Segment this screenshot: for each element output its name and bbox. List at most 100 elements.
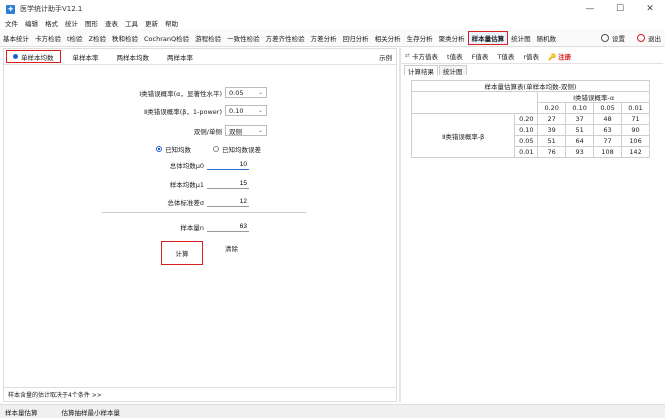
- f-table-button[interactable]: F值表: [472, 51, 489, 61]
- table-title: 样本量估算表(单样本均数-双侧): [411, 80, 650, 92]
- tool-survival[interactable]: 生存分析: [404, 31, 436, 45]
- alpha-label: Ⅰ类错误概率(α，显著性水平): [139, 89, 222, 98]
- window-title: 医学统计助手V12.1: [20, 5, 83, 13]
- tool-basic-stats[interactable]: 基本统计: [0, 31, 32, 45]
- tab-two-means[interactable]: 两样本均数: [111, 50, 156, 63]
- analysis-toolbar: 基本统计 卡方检验 t检验 Z检验 秩和检验 CochranQ检验 游程检验 一…: [0, 29, 665, 47]
- tool-anova[interactable]: 方差分析: [308, 31, 340, 45]
- sample-type-tabs: 单样本均数 单样本率 两样本均数 两样本率 示例: [4, 49, 396, 65]
- status-description: 估算抽样最小样本量: [61, 408, 121, 417]
- tab-single-rate[interactable]: 单样本率: [67, 50, 105, 63]
- tool-homogeneity[interactable]: 方差齐性检验: [263, 31, 308, 45]
- n-output: [207, 221, 249, 232]
- sided-row: 双侧/单侧 双侧 ⌄: [94, 125, 267, 136]
- menu-stats[interactable]: 统计: [65, 18, 78, 28]
- sigma-label: 总体标准差σ: [167, 198, 204, 207]
- tab-chart[interactable]: 统计图: [439, 65, 467, 76]
- alpha-col: 0.20: [537, 102, 567, 114]
- alpha-col: 0.10: [565, 102, 595, 114]
- beta-row: Ⅱ类错误概率(β，1-power) 0.10 ⌄: [94, 105, 267, 116]
- mu0-row: 总体均数μ0: [114, 159, 249, 170]
- settings-button[interactable]: 设置: [601, 33, 625, 43]
- tab-results[interactable]: 计算结果: [404, 65, 438, 76]
- close-button[interactable]: ✕: [635, 0, 665, 18]
- calculate-button[interactable]: 计算: [161, 241, 203, 265]
- chevron-down-icon: ⌄: [257, 89, 263, 96]
- radio-known-error[interactable]: 已知均数误差: [213, 144, 261, 154]
- alpha-select[interactable]: 0.05 ⌄: [225, 87, 267, 98]
- alpha-col: 0.01: [621, 102, 650, 114]
- power-icon: [637, 34, 645, 42]
- mu1-row: 样本均数μ1: [114, 178, 249, 189]
- chevron-down-icon: ⌄: [257, 127, 263, 134]
- mu0-label: 总体均数μ0: [169, 161, 204, 170]
- r-table-button[interactable]: r值表: [523, 51, 539, 61]
- T-table-button[interactable]: T值表: [497, 51, 514, 61]
- tool-random[interactable]: 随机数: [534, 31, 560, 45]
- tool-chi-square[interactable]: 卡方检验: [32, 31, 64, 45]
- sided-select[interactable]: 双侧 ⌄: [225, 125, 267, 136]
- tab-single-mean[interactable]: 单样本均数: [6, 50, 61, 63]
- tool-cochran-q[interactable]: CochranQ检验: [141, 31, 192, 45]
- beta-select[interactable]: 0.10 ⌄: [225, 105, 267, 116]
- sigma-row: 总体标准差σ: [114, 196, 249, 207]
- t-table-button[interactable]: t值表: [447, 51, 463, 61]
- example-button[interactable]: 示例: [379, 52, 392, 62]
- clear-button[interactable]: 清除: [225, 243, 238, 253]
- menu-help[interactable]: 帮助: [165, 18, 178, 28]
- title-bar: ✚ 医学统计助手V12.1 — ☐ ✕: [0, 0, 665, 18]
- form-divider: [102, 212, 306, 213]
- tool-regression[interactable]: 回归分析: [340, 31, 372, 45]
- menu-update[interactable]: 更新: [145, 18, 158, 28]
- beta-header: Ⅱ类错误概率-β: [410, 113, 516, 158]
- swap-icon[interactable]: ⇄: [405, 52, 410, 59]
- status-bar: 样本量估算 估算抽样最小样本量: [0, 404, 665, 418]
- menu-graph[interactable]: 图形: [85, 18, 98, 28]
- menu-format[interactable]: 格式: [45, 18, 58, 28]
- radio-unchecked-icon: [213, 146, 219, 152]
- sample-size-table: 样本量估算表(单样本均数-双侧) Ⅰ类错误概率-α 0.20 0.10 0.05…: [410, 80, 650, 158]
- beta-label: Ⅱ类错误概率(β，1-power): [144, 107, 222, 116]
- input-pane: 单样本均数 单样本率 两样本均数 两样本率 示例 Ⅰ类错误概率(α，显著性水平)…: [3, 48, 397, 402]
- tool-correlation[interactable]: 相关分析: [372, 31, 404, 45]
- sample-size-note[interactable]: 样本含量的估计取决于4个条件 >>: [4, 387, 396, 401]
- menu-file[interactable]: 文件: [5, 18, 18, 28]
- sided-label: 双侧/单侧: [193, 127, 222, 136]
- register-link[interactable]: 🔑 注册: [548, 51, 571, 61]
- tool-chart[interactable]: 统计图: [508, 31, 534, 45]
- tool-rank-sum[interactable]: 秩和检验: [109, 31, 141, 45]
- tool-t-test[interactable]: t检验: [64, 31, 86, 45]
- menu-edit[interactable]: 编辑: [25, 18, 38, 28]
- chi-table-button[interactable]: 卡方值表: [412, 51, 438, 61]
- table-row: Ⅱ类错误概率-β 0.20 27 37 48 71: [410, 113, 650, 158]
- result-tabs: 计算结果 统计图: [404, 65, 468, 76]
- status-module: 样本量估算: [5, 408, 38, 417]
- window-controls: — ☐ ✕: [575, 0, 665, 18]
- tool-sample-size[interactable]: 样本量估算: [467, 30, 509, 45]
- result-pane: ⇄ 卡方值表 t值表 F值表 T值表 r值表 🔑 注册 计算结果 统计图 样本量估…: [401, 48, 663, 402]
- n-label: 样本量n: [180, 223, 204, 232]
- mu1-label: 样本均数μ1: [169, 180, 204, 189]
- radio-known-mean[interactable]: 已知均数: [156, 144, 191, 154]
- menu-tools[interactable]: 工具: [125, 18, 138, 28]
- alpha-header: Ⅰ类错误概率-α: [537, 91, 650, 103]
- n-row: 样本量n: [114, 221, 249, 232]
- tool-agreement[interactable]: 一致性检验: [224, 31, 263, 45]
- sigma-input[interactable]: [207, 196, 249, 207]
- menu-lookup[interactable]: 查表: [105, 18, 118, 28]
- key-icon: 🔑: [548, 52, 557, 61]
- mu0-input[interactable]: [207, 159, 249, 170]
- tab-two-rates[interactable]: 两样本率: [161, 50, 199, 63]
- tool-cluster[interactable]: 聚类分析: [436, 31, 468, 45]
- alpha-col: 0.05: [593, 102, 623, 114]
- chevron-down-icon: ⌄: [257, 107, 263, 114]
- tool-runs-test[interactable]: 游程检验: [192, 31, 224, 45]
- exit-button[interactable]: 退出: [637, 33, 661, 43]
- gear-icon: [601, 34, 609, 42]
- minimize-button[interactable]: —: [575, 0, 605, 18]
- maximize-button[interactable]: ☐: [605, 0, 635, 18]
- menu-bar: 文件 编辑 格式 统计 图形 查表 工具 更新 帮助: [0, 17, 665, 29]
- mu1-input[interactable]: [207, 178, 249, 189]
- tool-z-test[interactable]: Z检验: [86, 31, 109, 45]
- lookup-toolbar: ⇄ 卡方值表 t值表 F值表 T值表 r值表 🔑 注册: [401, 48, 663, 64]
